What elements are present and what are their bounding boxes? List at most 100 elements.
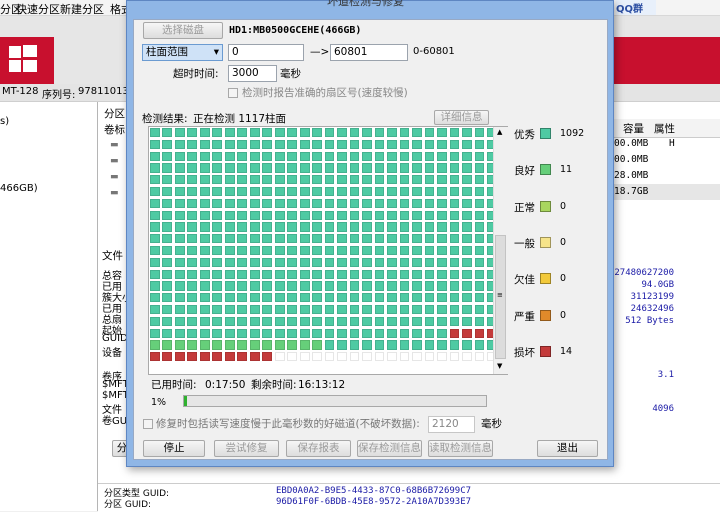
progress-fill [184, 396, 188, 406]
scan-cell [224, 186, 235, 197]
scan-cell [424, 139, 435, 149]
scan-cell [337, 245, 347, 256]
scroll-down-icon[interactable]: ▼ [497, 362, 502, 370]
disk-name: HD1:MB0500GCEHE(466GB) [229, 25, 362, 36]
scan-cell [174, 175, 185, 185]
scan-cell [462, 316, 472, 326]
scan-cell [249, 245, 260, 256]
scan-cell [362, 316, 372, 326]
scan-cell [387, 257, 397, 267]
scan-cell [299, 328, 310, 338]
scan-cell [374, 186, 385, 197]
scan-cell [174, 352, 185, 362]
save-scan-info-button[interactable]: 保存检测信息 [357, 440, 422, 457]
info-label: GUID [102, 333, 128, 344]
range-arrow: —> [310, 46, 330, 58]
scan-cell [237, 139, 248, 149]
scan-cell [349, 245, 360, 256]
scan-cell [174, 304, 185, 315]
menu-new-partition[interactable]: 新建分区 [60, 1, 104, 17]
banner-ad [614, 37, 720, 84]
save-report-button[interactable]: 保存报表 [286, 440, 351, 457]
scan-cell [324, 328, 335, 338]
tree-item-disk[interactable]: 466GB) [0, 183, 38, 194]
scan-cell [474, 198, 485, 208]
scan-cell [187, 175, 198, 185]
scan-cell [374, 245, 385, 256]
disk-tree-panel[interactable]: s) 466GB) [0, 102, 98, 511]
scan-cell [187, 269, 198, 279]
legend-count-2: 0 [560, 200, 567, 212]
range-from-input[interactable]: 0 [228, 44, 304, 61]
scan-cell [337, 234, 347, 244]
scan-cell [187, 128, 198, 138]
scan-cell [412, 151, 422, 161]
scan-scrollbar[interactable]: ▲ ≡ ▼ [493, 127, 508, 374]
scan-cell [150, 128, 160, 138]
scan-cell [249, 198, 260, 208]
scan-cell [462, 340, 472, 350]
scan-cell [174, 281, 185, 291]
scan-cell [449, 139, 460, 149]
scan-cell [299, 139, 310, 149]
progress-percent: 1% [151, 397, 167, 408]
scan-cell [399, 304, 410, 315]
info-value: 3.1 [657, 370, 674, 380]
scan-cell [199, 139, 210, 149]
qq-group-badge[interactable]: QQ群 [616, 0, 656, 15]
scroll-up-icon[interactable]: ▲ [497, 128, 502, 136]
capacity-header[interactable]: 容量 [623, 121, 644, 136]
repair-slow-checkbox[interactable] [143, 419, 153, 429]
select-disk-button[interactable]: 选择磁盘 [143, 22, 223, 39]
attribute-header[interactable]: 属性 [654, 121, 675, 136]
repair-slow-label: 修复时包括读写速度慢于此毫秒数的好磁道(不破坏数据): [156, 418, 420, 430]
scan-cell [449, 281, 460, 291]
partition-tab-label[interactable]: 分区 [104, 106, 125, 121]
scan-cell [199, 222, 210, 232]
scan-cell [474, 293, 485, 303]
scan-cell [212, 304, 223, 315]
report-exact-checkbox[interactable] [228, 88, 238, 98]
details-button[interactable]: 详细信息 [434, 110, 489, 125]
repair-ms-input[interactable]: 2120 [428, 416, 475, 433]
scan-cell [412, 304, 422, 315]
scan-cell [199, 269, 210, 279]
scan-cell [412, 210, 422, 220]
scan-cell [474, 139, 485, 149]
scan-cell [224, 222, 235, 232]
scan-cell [337, 340, 347, 350]
load-scan-info-button[interactable]: 读取检测信息 [428, 440, 493, 457]
scan-cell [399, 151, 410, 161]
capacity-cell: 28.0MB [614, 170, 649, 181]
scan-cell [150, 186, 160, 197]
exit-button[interactable]: 退出 [537, 440, 598, 457]
scan-cell [337, 128, 347, 138]
scan-cell [249, 175, 260, 185]
scan-cell [162, 293, 173, 303]
info-label: 设备 [102, 348, 122, 359]
scan-cell [162, 304, 173, 315]
scan-cell [237, 210, 248, 220]
range-to-input[interactable]: 60801 [330, 44, 408, 61]
scan-cell [387, 128, 397, 138]
scan-cell [462, 163, 472, 173]
scan-cell [337, 281, 347, 291]
scan-cell [162, 128, 173, 138]
scan-cell [212, 245, 223, 256]
scan-cell [424, 210, 435, 220]
scan-cell [462, 128, 472, 138]
timeout-input[interactable]: 3000 [228, 65, 277, 82]
menu-quick-partition[interactable]: 快速分区 [16, 1, 60, 17]
scan-cell [224, 304, 235, 315]
scan-cell [374, 234, 385, 244]
stop-button[interactable]: 停止 [143, 440, 205, 457]
try-repair-button[interactable]: 尝试修复 [214, 440, 279, 457]
scan-cell [374, 175, 385, 185]
scan-cell [412, 281, 422, 291]
scan-cell [324, 340, 335, 350]
tree-item[interactable]: s) [0, 116, 9, 127]
legend-swatch-5 [540, 309, 551, 321]
range-type-select[interactable]: 柱面范围 ▾ [142, 44, 223, 61]
scan-cell [324, 198, 335, 208]
scan-cell [199, 281, 210, 291]
